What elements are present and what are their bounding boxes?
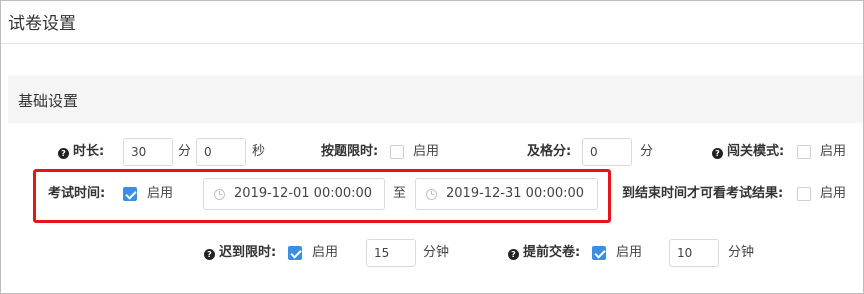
per-question-limit-checkbox[interactable] xyxy=(390,145,404,159)
late-limit-option: 启用 xyxy=(312,245,339,260)
early-submit-label-group: ? 提前交卷: xyxy=(508,239,580,267)
date-range-separator: 至 xyxy=(393,186,407,201)
exam-start-datetime-input[interactable]: 2019-12-01 00:00:00 xyxy=(203,178,385,210)
exam-time-option: 启用 xyxy=(147,186,174,201)
early-submit-checkbox[interactable] xyxy=(592,246,606,260)
late-limit-checkbox[interactable] xyxy=(288,246,302,260)
view-result-after-end-option: 启用 xyxy=(820,186,847,201)
early-submit-input[interactable]: 10 xyxy=(669,239,719,267)
question-icon[interactable]: ? xyxy=(204,249,215,260)
late-limit-label-group: ? 迟到限时: xyxy=(204,239,276,267)
level-mode-label-group: ? 闯关模式: xyxy=(712,138,784,166)
exam-time-checkbox[interactable] xyxy=(123,187,137,201)
seconds-unit: 秒 xyxy=(252,144,266,159)
early-submit-label: 提前交卷: xyxy=(523,245,581,260)
passing-score-input[interactable]: 0 xyxy=(582,138,632,166)
early-submit-option: 启用 xyxy=(616,245,643,260)
question-icon[interactable]: ? xyxy=(508,249,519,260)
duration-minutes-input[interactable]: 30 xyxy=(123,138,173,166)
level-mode-label: 闯关模式: xyxy=(727,144,785,159)
exam-start-datetime-value: 2019-12-01 00:00:00 xyxy=(234,186,373,201)
duration-label-group: ? 时长: xyxy=(58,138,104,166)
late-limit-label: 迟到限时: xyxy=(219,245,277,260)
per-question-limit-label: 按题限时: xyxy=(321,144,379,159)
passing-score-unit: 分 xyxy=(640,144,654,159)
section-header: 基础设置 xyxy=(8,75,863,123)
page-title: 试卷设置 xyxy=(8,14,76,34)
late-limit-unit: 分钟 xyxy=(423,245,450,260)
section-title: 基础设置 xyxy=(18,92,79,110)
title-divider xyxy=(1,43,863,44)
per-question-limit-option: 启用 xyxy=(413,144,440,159)
question-icon[interactable]: ? xyxy=(58,148,69,159)
minutes-unit: 分 xyxy=(178,144,192,159)
level-mode-checkbox[interactable] xyxy=(797,145,811,159)
passing-score-label: 及格分: xyxy=(527,144,572,159)
early-submit-unit: 分钟 xyxy=(728,245,755,260)
clock-icon xyxy=(214,189,225,200)
level-mode-option: 启用 xyxy=(820,144,847,159)
duration-seconds-input[interactable]: 0 xyxy=(196,138,246,166)
exam-end-datetime-input[interactable]: 2019-12-31 00:00:00 xyxy=(415,178,598,210)
question-icon[interactable]: ? xyxy=(712,148,723,159)
view-result-after-end-checkbox[interactable] xyxy=(797,187,811,201)
late-limit-input[interactable]: 15 xyxy=(366,239,416,267)
exam-end-datetime-value: 2019-12-31 00:00:00 xyxy=(446,186,585,201)
clock-icon xyxy=(426,189,437,200)
duration-label: 时长: xyxy=(73,144,105,159)
exam-time-label: 考试时间: xyxy=(48,186,106,201)
view-result-after-end-label: 到结束时间才可看考试结果: xyxy=(622,186,784,201)
